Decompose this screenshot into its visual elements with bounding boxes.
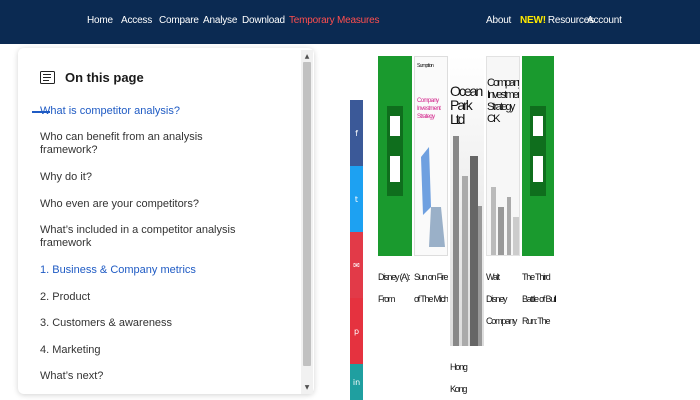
- toc-header: On this page: [40, 68, 144, 86]
- book-caption-2[interactable]: Sun on Fire of The Mich: [414, 266, 448, 336]
- book-cover-1[interactable]: [378, 56, 412, 256]
- book-caption-3-text: Hong Kong: [450, 362, 468, 394]
- table-of-contents-panel: On this page What is competitor analysis…: [18, 48, 314, 394]
- toc-item-who-competitors[interactable]: Who even are your competitors?: [40, 198, 290, 211]
- scroll-down-icon[interactable]: ▼: [302, 382, 312, 392]
- scroll-up-icon[interactable]: ▲: [302, 51, 312, 61]
- book-caption-1-text: Disney (A): From: [378, 272, 411, 304]
- list-icon: [40, 70, 55, 84]
- book-cover-2-art: [421, 147, 445, 247]
- scroll-thumb[interactable]: [303, 62, 311, 366]
- active-indicator: [32, 111, 50, 113]
- book-carousel: Disney (A): From Sumption Company Invest…: [378, 56, 558, 396]
- book-cover-3-art: [453, 136, 482, 346]
- pinterest-icon[interactable]: p: [350, 298, 363, 364]
- nav-resources-link[interactable]: NEW! Resources: [520, 15, 594, 26]
- email-icon[interactable]: ✉: [350, 232, 363, 298]
- nav-download-link[interactable]: Download: [242, 15, 285, 26]
- nav-account-link[interactable]: Account: [587, 15, 622, 26]
- book-caption-5-text: The Third Battle of Bull Run: The: [522, 272, 556, 326]
- nav-access-link[interactable]: Access: [121, 15, 152, 26]
- book-cover-5[interactable]: [522, 56, 554, 256]
- book-caption-2-text: Sun on Fire of The Mich: [414, 272, 448, 304]
- toc-title: On this page: [65, 69, 144, 85]
- toc-scrollbar[interactable]: ▲ ▼: [301, 50, 313, 394]
- linkedin-icon[interactable]: in: [350, 364, 363, 400]
- top-navigation-bar: Home Access Compare Analyse Download Tem…: [0, 0, 700, 44]
- toc-item-why-do-it[interactable]: Why do it?: [40, 171, 290, 184]
- book-cover-4[interactable]: Company Investment Strategy CK: [486, 56, 520, 256]
- nav-about-link[interactable]: About: [486, 15, 511, 26]
- toc-item-product[interactable]: 2. Product: [40, 291, 290, 304]
- nav-temporary-measures-link[interactable]: Temporary Measures: [289, 15, 380, 26]
- toc-item-whats-included[interactable]: What’s included in a competitor analysis…: [40, 224, 278, 250]
- toc-item-marketing[interactable]: 4. Marketing: [40, 344, 290, 357]
- toc-item-who-can-benefit[interactable]: Who can benefit from an analysis framewo…: [40, 131, 255, 157]
- toc-item-business-metrics[interactable]: 1. Business & Company metrics: [40, 264, 290, 277]
- new-badge: NEW!: [520, 15, 546, 26]
- book-caption-1[interactable]: Disney (A): From: [378, 266, 412, 336]
- book-caption-3[interactable]: Hong Kong: [450, 356, 484, 396]
- book-caption-4-text: Walt Disney Company: [486, 272, 517, 326]
- toc-item-what-is[interactable]: What is competitor analysis?: [32, 105, 290, 118]
- book-cover-3[interactable]: Ocean Park Ltd: [450, 56, 484, 346]
- nav-analyse-link[interactable]: Analyse: [203, 15, 237, 26]
- toc-item-label: What is competitor analysis?: [40, 105, 180, 117]
- book-cover-4-art: [491, 187, 519, 255]
- toc-item-customers[interactable]: 3. Customers & awareness: [40, 317, 290, 330]
- social-share-bar: f t ✉ p in: [350, 100, 363, 400]
- book-caption-5[interactable]: The Third Battle of Bull Run: The: [522, 266, 556, 336]
- facebook-icon[interactable]: f: [350, 100, 363, 166]
- twitter-icon[interactable]: t: [350, 166, 363, 232]
- book-cover-2[interactable]: Sumption Company Investment Strategy: [414, 56, 448, 256]
- nav-home-link[interactable]: Home: [87, 15, 113, 26]
- book-cover-5-art: [530, 106, 546, 196]
- book-cover-1-art: [387, 106, 403, 196]
- book-caption-4[interactable]: Walt Disney Company: [486, 266, 520, 336]
- toc-item-whats-next[interactable]: What’s next?: [40, 370, 290, 383]
- nav-compare-link[interactable]: Compare: [159, 15, 199, 26]
